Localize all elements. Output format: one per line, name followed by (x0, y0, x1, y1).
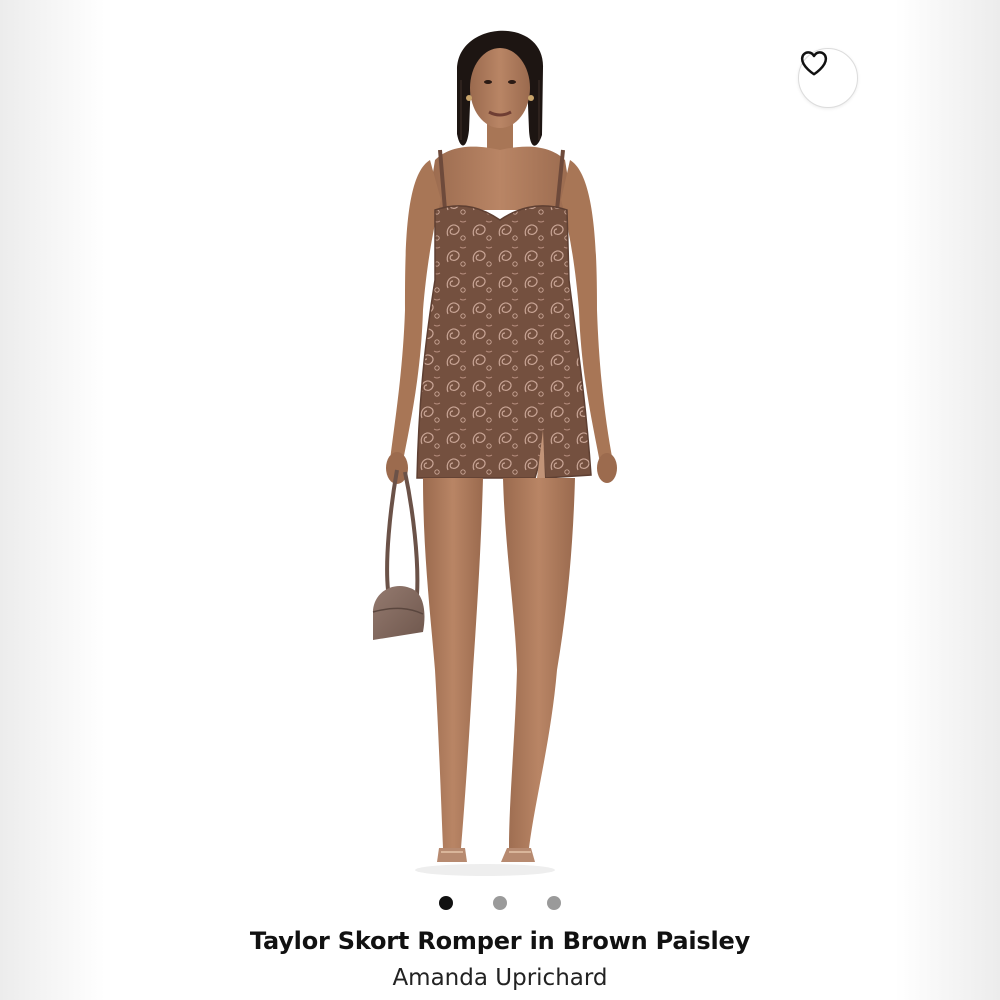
product-title: Taylor Skort Romper in Brown Paisley (249, 927, 751, 955)
gallery-pagination (105, 896, 895, 910)
product-brand[interactable]: Amanda Uprichard (105, 965, 895, 991)
favorite-button[interactable] (798, 48, 858, 108)
product-image[interactable] (105, 10, 895, 890)
heart-outline-icon (800, 51, 828, 76)
gallery-dot-3[interactable] (547, 896, 561, 910)
model-illustration (372, 30, 617, 876)
screenshot-frame: Taylor Skort Romper in Brown Paisley Ama… (0, 0, 1000, 1000)
product-card: Taylor Skort Romper in Brown Paisley Ama… (105, 10, 895, 1000)
gallery-dot-2[interactable] (493, 896, 507, 910)
gallery-dot-1[interactable] (439, 896, 453, 910)
